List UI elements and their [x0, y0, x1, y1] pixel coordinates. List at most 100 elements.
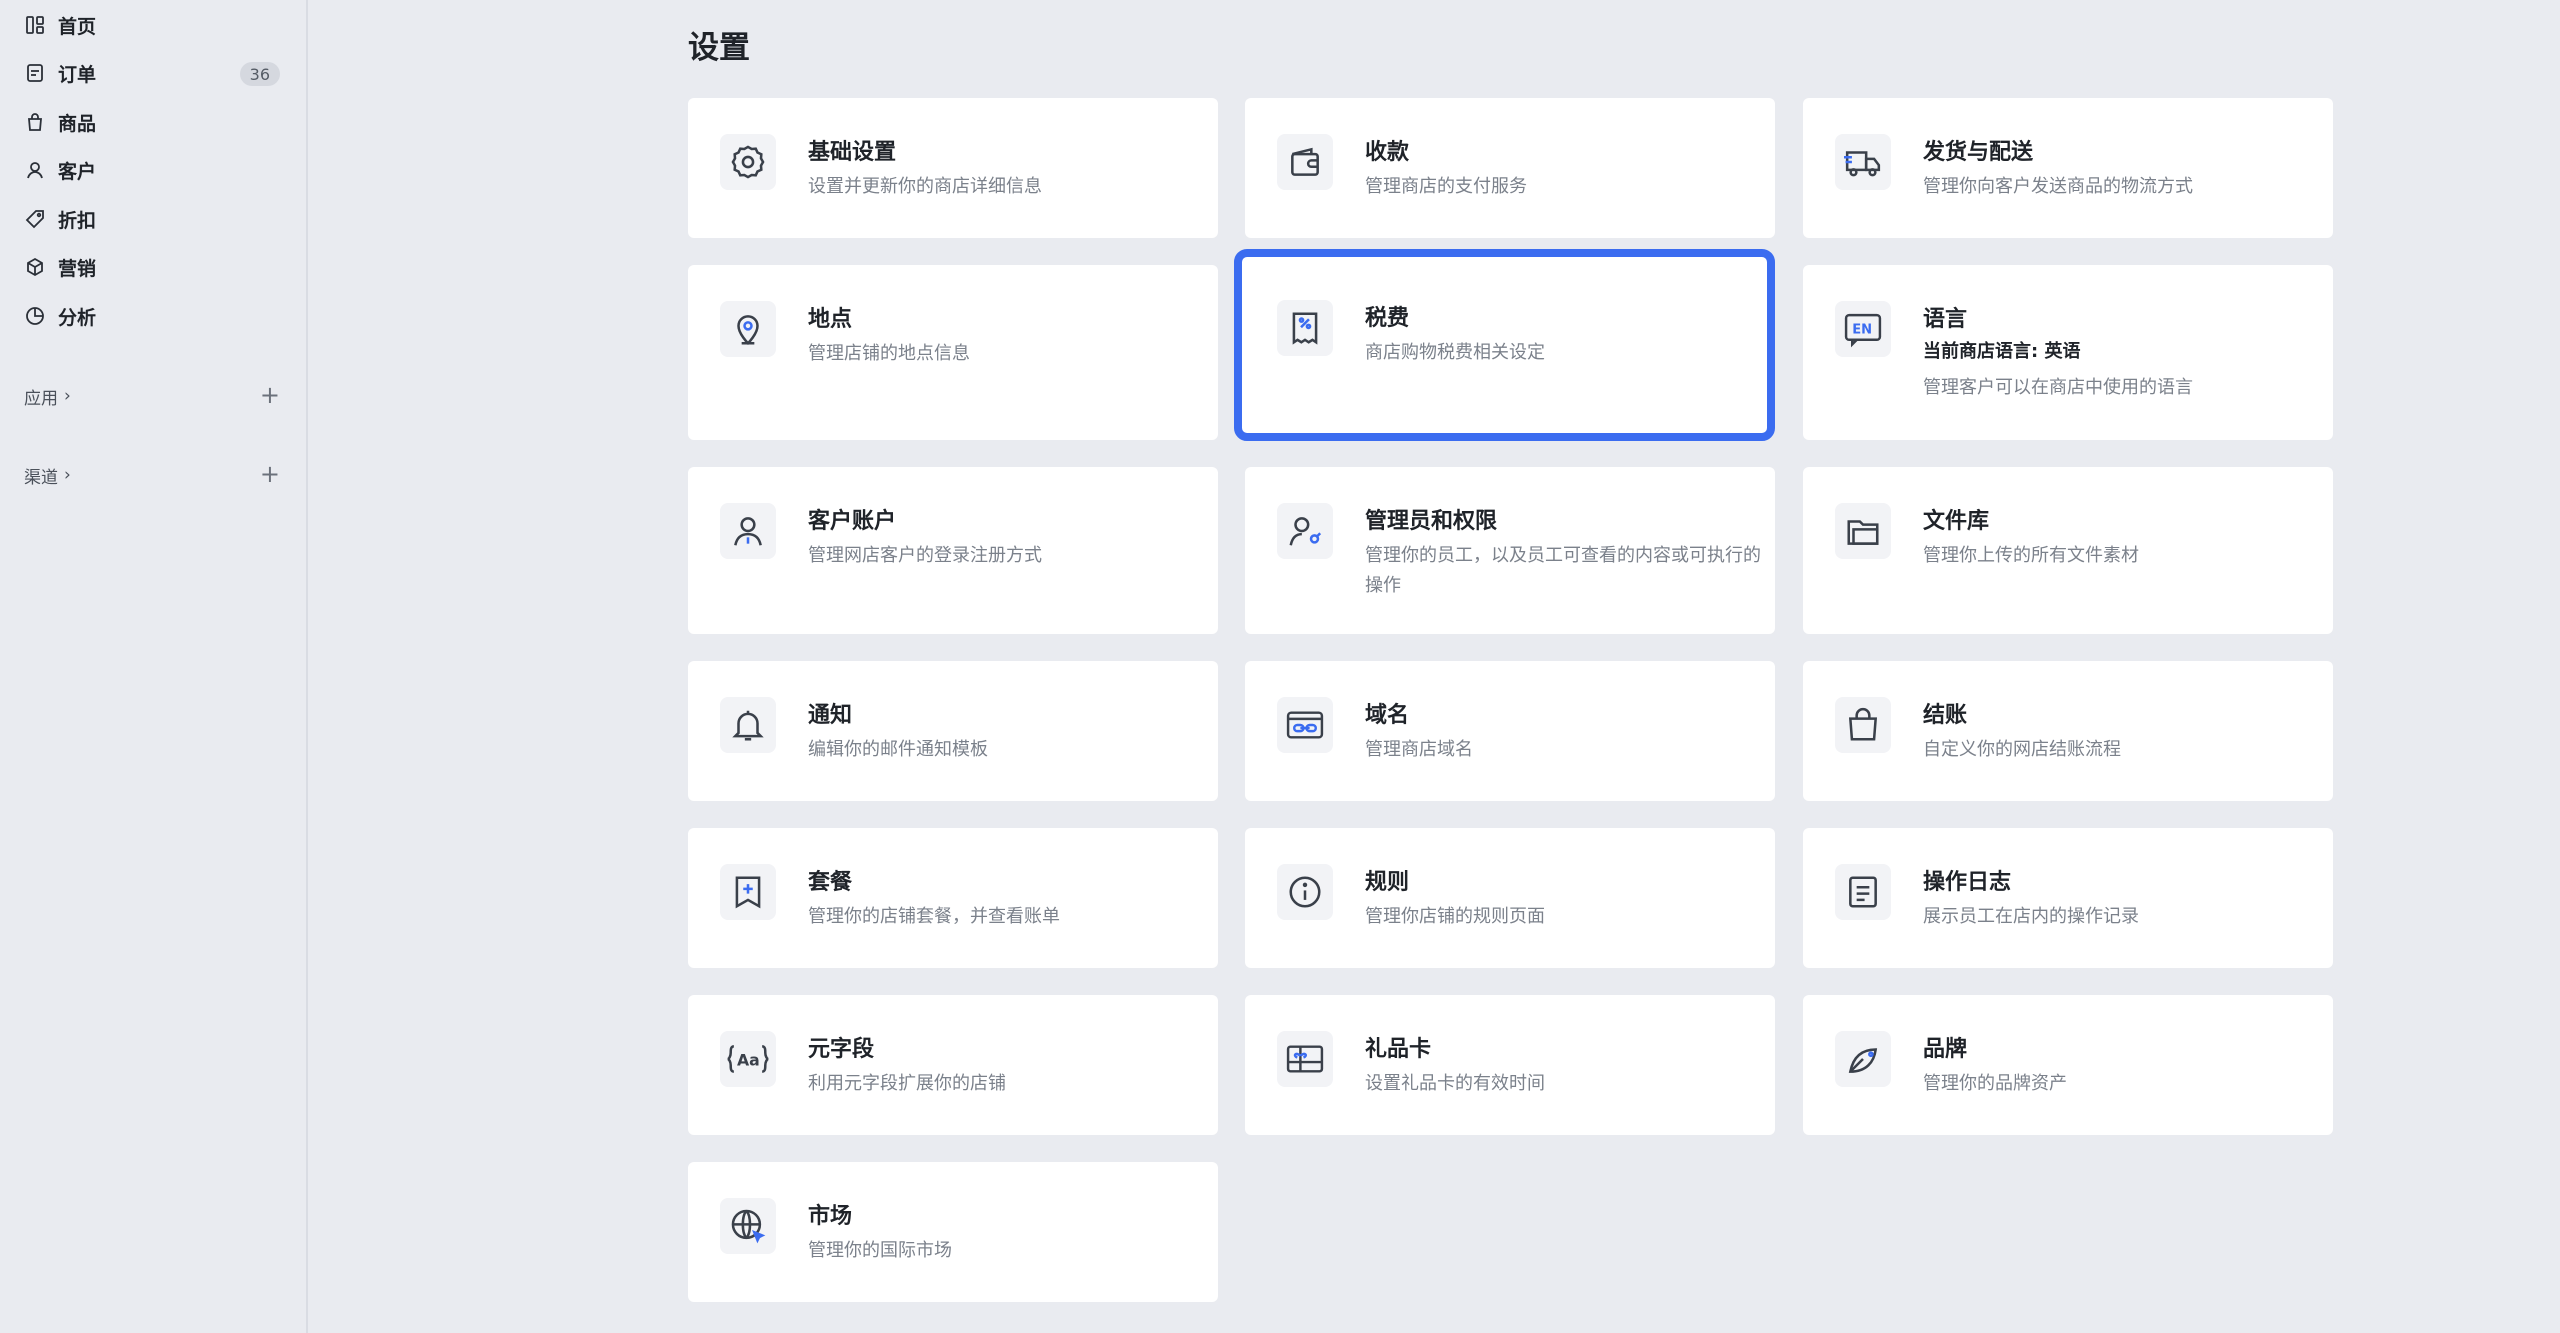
sidebar-item-analytics[interactable]: 分析 — [24, 296, 282, 336]
sidebar-item-label: 营销 — [58, 257, 97, 280]
card-description: 管理你店铺的规则页面 — [1365, 906, 1545, 927]
folder-icon — [1835, 503, 1891, 559]
card-title: 操作日志 — [1923, 870, 2012, 895]
language-en-icon: EN — [1835, 301, 1891, 357]
card-description: 管理你的员工，以及员工可查看的内容或可执行的操作 — [1365, 545, 1761, 596]
bell-icon — [720, 697, 776, 753]
settings-card-policies[interactable]: 规则 管理你店铺的规则页面 — [1245, 828, 1775, 968]
settings-card-file-library[interactable]: 文件库 管理你上传的所有文件素材 — [1803, 467, 2333, 634]
orders-icon — [24, 62, 46, 84]
card-description: 自定义你的网店结账流程 — [1923, 739, 2121, 760]
domain-link-icon — [1277, 697, 1333, 753]
app-root: 首页 订单 36 商品 客户 折扣 营销 分析 应用 › + 渠道 › + 设置… — [0, 0, 2560, 1333]
sidebar-item-orders[interactable]: 订单 36 — [24, 53, 282, 93]
sidebar-item-label: 商品 — [58, 112, 97, 135]
card-title: 市场 — [808, 1204, 853, 1229]
add-channel-button[interactable]: + — [260, 462, 280, 486]
card-description: 商店购物税费相关设定 — [1365, 342, 1545, 363]
settings-card-domains[interactable]: 域名 管理商店域名 — [1245, 661, 1775, 801]
sidebar-item-label: 分析 — [58, 306, 97, 329]
card-description: 设置礼品卡的有效时间 — [1365, 1073, 1545, 1094]
section-label: 应用 — [24, 388, 58, 409]
settings-card-brand[interactable]: 品牌 管理你的品牌资产 — [1803, 995, 2333, 1135]
card-title: 域名 — [1365, 703, 1410, 728]
info-icon — [1277, 864, 1333, 920]
card-title: 套餐 — [808, 870, 853, 895]
card-title: 税费 — [1365, 306, 1410, 331]
globe-market-icon — [720, 1198, 776, 1254]
page-title: 设置 — [688, 30, 750, 66]
pie-chart-icon — [24, 305, 46, 327]
settings-card-markets[interactable]: 市场 管理你的国际市场 — [688, 1162, 1218, 1302]
card-description: 管理你向客户发送商品的物流方式 — [1923, 176, 2193, 197]
settings-card-payments[interactable]: 收款 管理商店的支付服务 — [1245, 98, 1775, 238]
card-title: 管理员和权限 — [1365, 509, 1498, 534]
card-title: 元字段 — [808, 1037, 875, 1062]
card-description: 管理网店客户的登录注册方式 — [808, 545, 1042, 566]
section-label: 渠道 — [24, 467, 58, 488]
card-title: 发货与配送 — [1923, 140, 2034, 165]
customer-account-icon — [720, 503, 776, 559]
settings-card-languages[interactable]: EN 语言 当前商店语言: 英语 管理客户可以在商店中使用的语言 — [1803, 265, 2333, 440]
settings-card-checkout[interactable]: 结账 自定义你的网店结账流程 — [1803, 661, 2333, 801]
sidebar-item-discounts[interactable]: 折扣 — [24, 199, 282, 239]
settings-card-activity-log[interactable]: 操作日志 展示员工在店内的操作记录 — [1803, 828, 2333, 968]
person-icon — [24, 159, 46, 181]
truck-icon — [1835, 134, 1891, 190]
plan-icon — [720, 864, 776, 920]
card-title: 礼品卡 — [1365, 1037, 1432, 1062]
settings-card-customer-accounts[interactable]: 客户账户 管理网店客户的登录注册方式 — [688, 467, 1218, 634]
settings-card-notifications[interactable]: 通知 编辑你的邮件通知模板 — [688, 661, 1218, 801]
card-title: 文件库 — [1923, 509, 1990, 534]
settings-card-metafields[interactable]: Aa 元字段 利用元字段扩展你的店铺 — [688, 995, 1218, 1135]
wallet-icon — [1277, 134, 1333, 190]
log-document-icon — [1835, 864, 1891, 920]
tag-icon — [24, 208, 46, 230]
settings-card-shipping[interactable]: 发货与配送 管理你向客户发送商品的物流方式 — [1803, 98, 2333, 238]
card-description: 管理商店的支付服务 — [1365, 176, 1527, 197]
gear-icon — [720, 134, 776, 190]
bag-icon — [24, 111, 46, 133]
sidebar-section-channels[interactable]: 渠道 › + — [24, 460, 282, 490]
sidebar-item-label: 客户 — [58, 160, 97, 183]
svg-text:EN: EN — [1852, 323, 1872, 338]
cube-icon — [24, 256, 46, 278]
card-description: 管理店铺的地点信息 — [808, 343, 970, 364]
add-app-button[interactable]: + — [260, 383, 280, 407]
card-description: 编辑你的邮件通知模板 — [808, 739, 988, 760]
card-title: 结账 — [1923, 703, 1968, 728]
sidebar-item-home[interactable]: 首页 — [24, 5, 282, 45]
card-description: 管理商店域名 — [1365, 739, 1473, 760]
sidebar-item-label: 折扣 — [58, 209, 97, 232]
location-pin-icon — [720, 301, 776, 357]
settings-card-gift-cards[interactable]: 礼品卡 设置礼品卡的有效时间 — [1245, 995, 1775, 1135]
chevron-right-icon: › — [64, 386, 71, 406]
settings-card-locations[interactable]: 地点 管理店铺的地点信息 — [688, 265, 1218, 440]
settings-card-basic[interactable]: 基础设置 设置并更新你的商店详细信息 — [688, 98, 1218, 238]
card-title: 地点 — [808, 307, 853, 332]
metafield-braces-icon: Aa — [720, 1031, 776, 1087]
settings-card-plan[interactable]: 套餐 管理你的店铺套餐，并查看账单 — [688, 828, 1218, 968]
card-description: 管理你上传的所有文件素材 — [1923, 545, 2139, 566]
chevron-right-icon: › — [64, 465, 71, 485]
card-title: 通知 — [808, 703, 853, 728]
settings-card-taxes[interactable]: 税费 商店购物税费相关设定 — [1234, 249, 1775, 441]
checkout-bag-icon — [1835, 697, 1891, 753]
sidebar-item-customers[interactable]: 客户 — [24, 150, 282, 190]
settings-card-admins-permissions[interactable]: 管理员和权限 管理你的员工，以及员工可查看的内容或可执行的操作 — [1245, 467, 1775, 634]
card-description: 利用元字段扩展你的店铺 — [808, 1073, 1006, 1094]
card-description: 管理你的店铺套餐，并查看账单 — [808, 906, 1060, 927]
current-language-text: 当前商店语言: 英语 — [1923, 341, 2081, 362]
svg-text:Aa: Aa — [737, 1050, 760, 1069]
orders-count-badge: 36 — [239, 62, 280, 86]
sidebar-item-marketing[interactable]: 营销 — [24, 247, 282, 287]
sidebar-item-products[interactable]: 商品 — [24, 102, 282, 142]
home-dashboard-icon — [24, 14, 46, 36]
card-title: 基础设置 — [808, 140, 897, 165]
sidebar-section-apps[interactable]: 应用 › + — [24, 381, 282, 411]
gift-card-icon — [1277, 1031, 1333, 1087]
card-description: 展示员工在店内的操作记录 — [1923, 906, 2139, 927]
sidebar-item-label: 订单 — [58, 63, 97, 86]
brand-leaf-icon — [1835, 1031, 1891, 1087]
card-description: 管理你的品牌资产 — [1923, 1073, 2067, 1094]
